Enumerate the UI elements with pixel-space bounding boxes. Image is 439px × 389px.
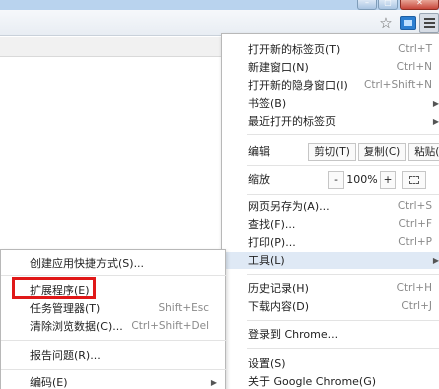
menu-divider: [1, 275, 227, 276]
menu-item-find[interactable]: 查找(F)... Ctrl+F: [222, 216, 439, 233]
copy-button[interactable]: 复制(C): [358, 143, 406, 161]
menu-item-shortcut: Ctrl+S: [397, 200, 432, 212]
menu-item-label: 书签(B): [248, 97, 287, 110]
menu-item-shortcut: Ctrl+H: [396, 282, 432, 294]
fullscreen-icon[interactable]: [402, 171, 426, 189]
menu-item-label: 打开新的隐身窗口(I): [248, 79, 348, 92]
menu-item-label: 打开新的标签页(T): [248, 43, 341, 56]
menu-item-shortcut: Shift+Esc: [158, 302, 209, 314]
menu-item-label: 最近打开的标签页: [248, 115, 336, 128]
chevron-right-icon: ▶: [432, 99, 439, 108]
menu-item-print[interactable]: 打印(P)... Ctrl+P: [222, 234, 439, 251]
chrome-menu-button[interactable]: [419, 13, 439, 33]
close-icon: ✕: [416, 0, 423, 7]
minimize-button[interactable]: –: [357, 0, 377, 10]
menu-item-label: 任务管理器(T): [30, 302, 101, 315]
menu-item-incognito[interactable]: 打开新的隐身窗口(I) Ctrl+Shift+N: [222, 77, 439, 94]
chevron-right-icon: ▶: [432, 117, 439, 126]
menu-divider: [247, 165, 439, 166]
menu-divider: [247, 348, 439, 349]
menu-item-label: 网页另存为(A)...: [248, 200, 330, 213]
chevron-right-icon: ▶: [432, 256, 439, 265]
menu-item-history[interactable]: 历史记录(H) Ctrl+H: [222, 280, 439, 297]
menu-item-task-manager[interactable]: 任务管理器(T) Shift+Esc: [1, 300, 227, 317]
menu-item-clear-data[interactable]: 清除浏览数据(C)... Ctrl+Shift+Del: [1, 318, 227, 335]
menu-item-shortcut: Ctrl+T: [398, 43, 432, 55]
menu-item-label: 历史记录(H): [248, 282, 309, 295]
menu-item-sign-in[interactable]: 登录到 Chrome...: [222, 326, 439, 343]
menu-item-label: 登录到 Chrome...: [248, 328, 339, 341]
menu-item-new-tab[interactable]: 打开新的标签页(T) Ctrl+T: [222, 41, 439, 58]
menu-item-shortcut: Ctrl+F: [398, 218, 432, 230]
menu-item-downloads[interactable]: 下载内容(D) Ctrl+J: [222, 298, 439, 315]
menu-item-about[interactable]: 关于 Google Chrome(G): [222, 373, 439, 389]
minimize-icon: –: [365, 0, 369, 7]
menu-item-label: 编码(E): [30, 376, 68, 389]
edit-label: 编辑: [248, 145, 270, 158]
menu-item-encoding[interactable]: 编码(E) ▶: [1, 374, 227, 389]
menu-divider: [1, 369, 227, 370]
menu-item-label: 设置(S): [248, 357, 286, 370]
menu-divider: [247, 194, 439, 195]
menu-item-create-shortcut[interactable]: 创建应用快捷方式(S)...: [1, 255, 227, 272]
menu-item-tools[interactable]: 工具(L) ▶: [222, 252, 439, 269]
menu-item-settings[interactable]: 设置(S): [222, 355, 439, 372]
menu-item-shortcut: Ctrl+N: [396, 61, 432, 73]
zoom-out-button[interactable]: -: [328, 171, 344, 189]
zoom-label: 缩放: [248, 173, 270, 186]
menu-item-save-as[interactable]: 网页另存为(A)... Ctrl+S: [222, 198, 439, 215]
menu-item-shortcut: Ctrl+Shift+Del: [131, 320, 209, 332]
cut-button[interactable]: 剪切(T): [308, 143, 356, 161]
zoom-level: 100%: [346, 173, 378, 186]
menu-divider: [1, 340, 227, 341]
menu-item-new-window[interactable]: 新建窗口(N) Ctrl+N: [222, 59, 439, 76]
extension-icon[interactable]: [398, 13, 418, 33]
paste-button[interactable]: 粘贴(P): [408, 143, 439, 161]
menu-item-label: 查找(F)...: [248, 218, 296, 231]
menu-item-bookmarks[interactable]: 书签(B) ▶: [222, 95, 439, 112]
chrome-main-menu: 打开新的标签页(T) Ctrl+T 新建窗口(N) Ctrl+N 打开新的隐身窗…: [221, 33, 439, 389]
menu-item-label: 工具(L): [248, 254, 285, 267]
menu-divider: [247, 320, 439, 321]
menu-item-label: 下载内容(D): [248, 300, 310, 313]
menu-item-label: 清除浏览数据(C)...: [30, 320, 123, 333]
menu-item-shortcut: Ctrl+Shift+N: [364, 79, 432, 91]
menu-item-label: 关于 Google Chrome(G): [248, 375, 377, 388]
maximize-button[interactable]: ▢: [378, 0, 398, 10]
menu-item-label: 打印(P)...: [248, 236, 296, 249]
tools-submenu: 创建应用快捷方式(S)... 扩展程序(E) 任务管理器(T) Shift+Es…: [0, 249, 227, 389]
menu-divider: [247, 134, 439, 135]
menu-divider: [247, 274, 439, 275]
menu-item-label: 报告问题(R)...: [30, 349, 101, 362]
menu-item-shortcut: Ctrl+P: [398, 236, 432, 248]
chevron-right-icon: ▶: [210, 378, 217, 387]
highlight-box: [12, 277, 96, 299]
bookmark-star-icon[interactable]: ☆: [376, 13, 396, 33]
menu-item-shortcut: Ctrl+J: [401, 300, 432, 312]
maximize-icon: ▢: [384, 0, 392, 7]
menu-item-report-issue[interactable]: 报告问题(R)...: [1, 347, 227, 364]
menu-item-label: 新建窗口(N): [248, 61, 309, 74]
menu-item-recent-tabs[interactable]: 最近打开的标签页 ▶: [222, 113, 439, 130]
zoom-in-button[interactable]: +: [380, 171, 396, 189]
menu-item-label: 创建应用快捷方式(S)...: [30, 257, 145, 270]
close-button[interactable]: ✕: [400, 0, 439, 10]
